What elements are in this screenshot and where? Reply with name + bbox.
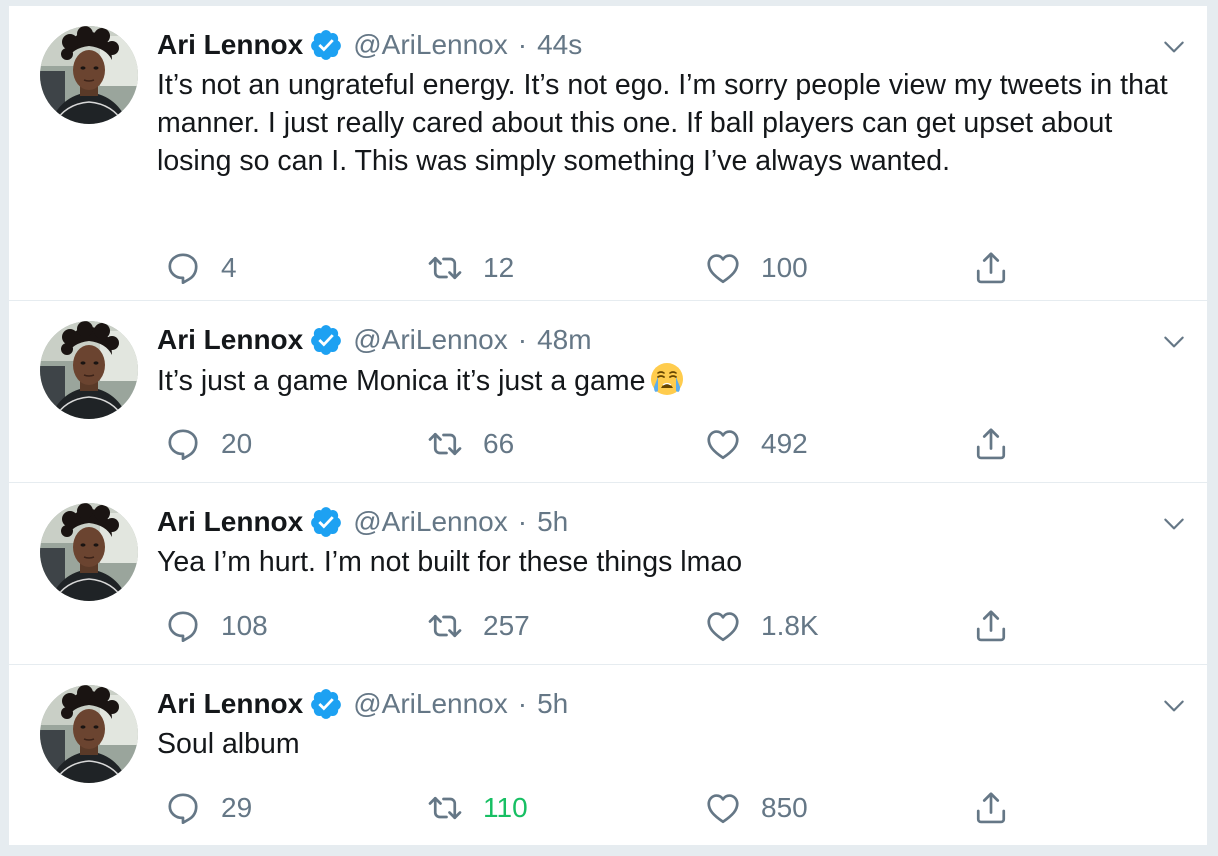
user-handle[interactable]: @AriLennox [353,31,508,59]
reply-button[interactable]: 108 [165,604,268,648]
tweet-text: It’s not an ungrateful energy. It’s not … [157,66,1177,180]
retweet-icon [427,608,463,644]
reply-count: 29 [221,792,253,823]
like-count: 1.8K [761,610,819,641]
like-button[interactable]: 492 [705,422,808,466]
verified-badge-icon [309,28,343,62]
avatar[interactable] [40,26,138,124]
verified-badge-icon [309,323,343,357]
tweet-text: Yea I’m hurt. I’m not built for these th… [157,543,1177,581]
chevron-down-icon[interactable] [1161,511,1187,537]
tweet[interactable]: Ari Lennox @AriLennox · 48m It’s just a … [9,301,1207,483]
share-icon [973,608,1009,644]
share-button[interactable] [973,422,1029,466]
timestamp[interactable]: 5h [537,690,568,718]
tweet-content: Ari Lennox @AriLennox · 48m It’s just a … [157,315,1187,400]
like-button[interactable]: 100 [705,246,808,290]
tweet-text-body: Soul album [157,728,300,760]
reply-button[interactable]: 20 [165,422,252,466]
reply-count: 20 [221,428,253,459]
tweet[interactable]: Ari Lennox @AriLennox · 5h Yea I’m hurt.… [9,483,1207,665]
tweet-content: Ari Lennox @AriLennox · 44s It’s not an … [157,20,1187,180]
avatar[interactable] [40,685,138,783]
separator-dot: · [517,324,528,355]
retweet-count: 66 [483,428,515,459]
display-name[interactable]: Ari Lennox [157,690,303,718]
verified-badge-icon [309,505,343,539]
like-button[interactable]: 1.8K [705,604,819,648]
display-name[interactable]: Ari Lennox [157,508,303,536]
timestamp[interactable]: 5h [537,508,568,536]
heart-icon [705,790,741,826]
separator-dot: · [517,29,528,60]
tweet-text: It’s just a game Monica it’s just a game [157,361,1177,400]
tweet-actions: 108 257 1.8K [157,604,1057,648]
tweet-content: Ari Lennox @AriLennox · 5h Soul album [157,679,1187,763]
avatar[interactable] [40,321,138,419]
tweet-text: Soul album [157,725,1177,763]
like-count: 850 [761,792,808,823]
heart-icon [705,608,741,644]
tweet-actions: 29 110 850 [157,786,1057,830]
reply-count: 108 [221,610,268,641]
retweet-button[interactable]: 66 [427,422,514,466]
tweet-header: Ari Lennox @AriLennox · 44s [157,20,1187,70]
user-handle[interactable]: @AriLennox [353,508,508,536]
tweet-text-body: It’s not an ungrateful energy. It’s not … [157,69,1168,177]
reply-icon [165,790,201,826]
reply-icon [165,426,201,462]
share-icon [973,790,1009,826]
timestamp[interactable]: 44s [537,31,582,59]
retweet-count: 12 [483,252,515,283]
reply-icon [165,608,201,644]
share-button[interactable] [973,604,1029,648]
reply-button[interactable]: 4 [165,246,237,290]
timestamp[interactable]: 48m [537,326,591,354]
retweet-button[interactable]: 257 [427,604,530,648]
share-icon [973,250,1009,286]
chevron-down-icon[interactable] [1161,693,1187,719]
tweet[interactable]: Ari Lennox @AriLennox · 5h Soul album 29… [9,665,1207,846]
like-count: 492 [761,428,808,459]
tweet-actions: 4 12 100 [157,246,1057,290]
tweet-actions: 20 66 492 [157,422,1057,466]
share-icon [973,426,1009,462]
heart-icon [705,426,741,462]
display-name[interactable]: Ari Lennox [157,326,303,354]
like-button[interactable]: 850 [705,786,808,830]
heart-icon [705,250,741,286]
separator-dot: · [517,688,528,719]
display-name[interactable]: Ari Lennox [157,31,303,59]
tweet-text-body: It’s just a game Monica it’s just a game [157,365,646,397]
chevron-down-icon[interactable] [1161,329,1187,355]
reply-icon [165,250,201,286]
reply-count: 4 [221,252,237,283]
share-button[interactable] [973,786,1029,830]
verified-badge-icon [309,687,343,721]
user-handle[interactable]: @AriLennox [353,326,508,354]
retweet-count: 110 [483,792,528,823]
retweet-count: 257 [483,610,530,641]
retweet-button[interactable]: 110 [427,786,528,830]
retweet-icon [427,250,463,286]
tweet-content: Ari Lennox @AriLennox · 5h Yea I’m hurt.… [157,497,1187,581]
loudly-crying-face-icon [649,361,685,397]
tweet-feed: Ari Lennox @AriLennox · 44s It’s not an … [9,6,1207,846]
user-handle[interactable]: @AriLennox [353,690,508,718]
retweet-icon [427,426,463,462]
separator-dot: · [517,506,528,537]
reply-button[interactable]: 29 [165,786,252,830]
avatar[interactable] [40,503,138,601]
tweet[interactable]: Ari Lennox @AriLennox · 44s It’s not an … [9,6,1207,301]
like-count: 100 [761,252,808,283]
tweet-header: Ari Lennox @AriLennox · 5h [157,679,1187,729]
share-button[interactable] [973,246,1029,290]
tweet-header: Ari Lennox @AriLennox · 5h [157,497,1187,547]
chevron-down-icon[interactable] [1161,34,1187,60]
tweet-text-body: Yea I’m hurt. I’m not built for these th… [157,546,743,578]
tweet-header: Ari Lennox @AriLennox · 48m [157,315,1187,365]
retweet-icon [427,790,463,826]
retweet-button[interactable]: 12 [427,246,514,290]
